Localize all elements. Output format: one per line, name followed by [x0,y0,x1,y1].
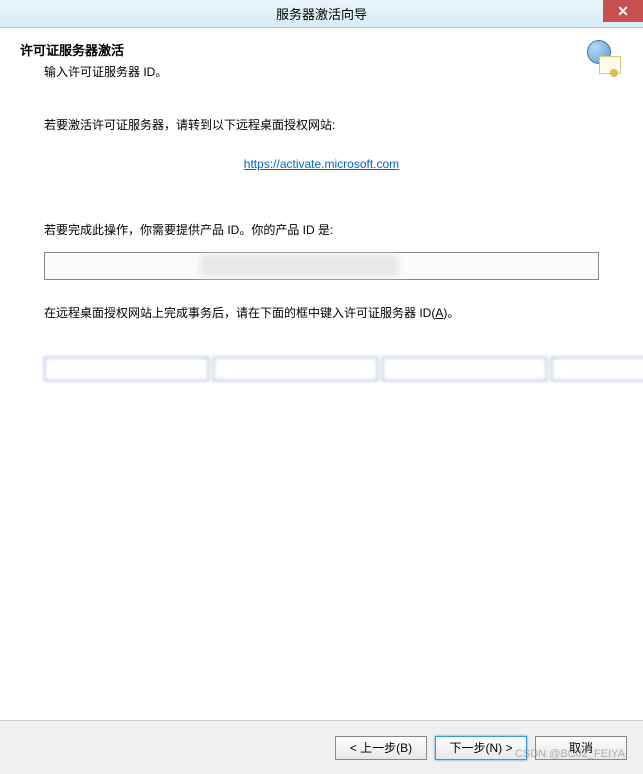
redacted-product-id [200,255,399,277]
page-subheading: 输入许可证服务器 ID。 [44,63,583,80]
header-row: 许可证服务器激活 输入许可证服务器 ID。 [20,40,623,80]
instruction-post: )。 [443,306,459,320]
activation-link[interactable]: https://activate.microsoft.com [244,157,399,171]
product-id-display [44,252,599,280]
next-button[interactable]: 下一步(N) > [435,736,527,760]
back-button[interactable]: < 上一步(B) [335,736,427,760]
close-button[interactable]: ✕ [603,0,643,22]
cancel-button[interactable]: 取消 [535,736,627,760]
certificate-icon [599,56,621,74]
id-segment-3[interactable] [382,357,547,381]
instruction-activate: 若要激活许可证服务器，请转到以下远程桌面授权网站: [44,116,599,133]
close-icon: ✕ [617,3,629,20]
server-id-inputs [44,357,599,381]
page-heading: 许可证服务器激活 [20,40,583,59]
titlebar: 服务器激活向导 ✕ [0,0,643,28]
wizard-icon [583,40,623,80]
server-id-instruction: 在远程桌面授权网站上完成事务后，请在下面的框中键入许可证服务器 ID(A)。 [44,304,599,321]
wizard-content: 许可证服务器激活 输入许可证服务器 ID。 若要激活许可证服务器，请转到以下远程… [0,28,643,718]
wizard-footer: < 上一步(B) 下一步(N) > 取消 CSDN @BC02_FEIYA [0,720,643,774]
id-segment-2[interactable] [213,357,378,381]
id-segment-1[interactable] [44,357,209,381]
body: 若要激活许可证服务器，请转到以下远程桌面授权网站: https://activa… [20,116,623,381]
link-row: https://activate.microsoft.com [44,157,599,171]
instruction-pre: 在远程桌面授权网站上完成事务后，请在下面的框中键入许可证服务器 ID( [44,306,435,320]
id-segment-4[interactable] [551,357,643,381]
window-title: 服务器激活向导 [276,4,367,23]
header-text: 许可证服务器激活 输入许可证服务器 ID。 [20,40,583,80]
product-id-label: 若要完成此操作，你需要提供产品 ID。你的产品 ID 是: [44,221,599,238]
